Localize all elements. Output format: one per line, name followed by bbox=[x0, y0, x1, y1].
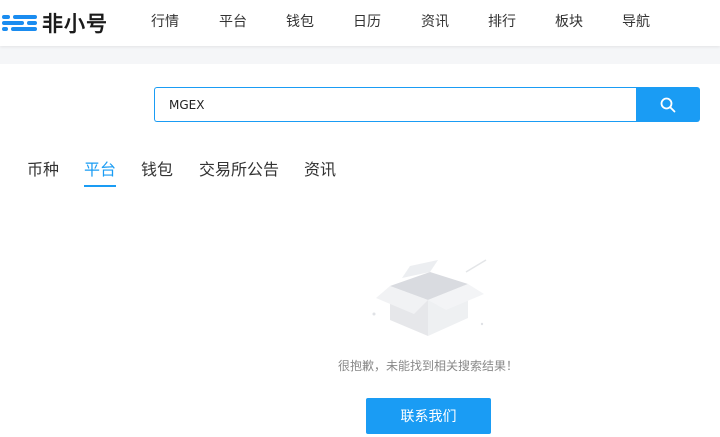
logo-icon bbox=[0, 10, 40, 36]
nav-item-market[interactable]: 行情 bbox=[151, 12, 179, 32]
nav-item-ranking[interactable]: 排行 bbox=[488, 12, 516, 32]
contact-us-button[interactable]: 联系我们 bbox=[366, 398, 491, 434]
nav-item-sectors[interactable]: 板块 bbox=[555, 12, 583, 32]
tab-news[interactable]: 资讯 bbox=[304, 158, 336, 182]
nav-item-navigation[interactable]: 导航 bbox=[622, 12, 650, 32]
nav-item-calendar[interactable]: 日历 bbox=[353, 12, 381, 32]
search-icon bbox=[660, 97, 676, 112]
active-tab-indicator bbox=[84, 185, 116, 187]
nav-item-wallet[interactable]: 钱包 bbox=[286, 12, 314, 32]
nav-item-platform[interactable]: 平台 bbox=[219, 12, 247, 32]
search-input[interactable] bbox=[154, 87, 637, 122]
top-navbar: 非小号 行情 平台 钱包 日历 资讯 排行 板块 导航 bbox=[0, 0, 720, 46]
empty-state-message: 很抱歉，未能找到相关搜索结果！ bbox=[337, 359, 518, 373]
header-divider-band bbox=[0, 46, 720, 64]
tab-wallets[interactable]: 钱包 bbox=[141, 158, 173, 182]
search-button[interactable] bbox=[636, 87, 700, 122]
empty-box-icon bbox=[372, 259, 487, 336]
nav-item-news[interactable]: 资讯 bbox=[421, 12, 449, 32]
logo-text: 非小号 bbox=[42, 12, 108, 36]
tab-exchange-announcements[interactable]: 交易所公告 bbox=[199, 158, 279, 182]
tab-platforms[interactable]: 平台 bbox=[84, 158, 116, 182]
logo[interactable]: 非小号 bbox=[0, 8, 108, 38]
tab-coins[interactable]: 币种 bbox=[27, 158, 59, 182]
search-bar bbox=[154, 87, 700, 122]
